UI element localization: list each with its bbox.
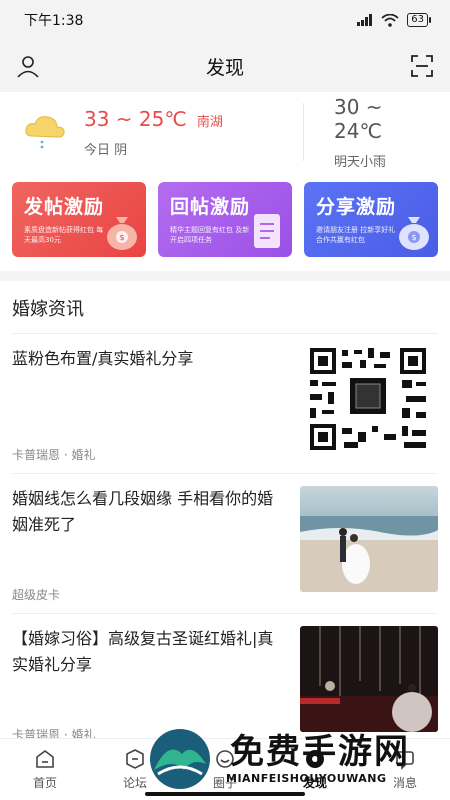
tab-label: 首页 bbox=[32, 776, 57, 790]
weather-tomorrow: 30 ~ 24℃ 明天小雨 bbox=[304, 95, 434, 170]
weather-city: 南湖 bbox=[196, 114, 223, 130]
person-icon[interactable] bbox=[14, 52, 42, 80]
promo-share-reward[interactable]: 分享激励 邀请朋友注册 拉新享好礼 合作共赢有红包 $ bbox=[304, 182, 438, 257]
promo-subtitle: 邀请朋友注册 拉新享好礼 合作共赢有红包 bbox=[316, 226, 396, 244]
document-icon bbox=[254, 214, 280, 248]
status-time: 下午1:38 bbox=[24, 13, 84, 29]
watermark-subtext: MIANFEISHOUYOUWANG bbox=[226, 772, 387, 785]
news-title: 婚姻线怎么看几段姻缘 手相看你的婚姻准死了 bbox=[12, 489, 274, 534]
wedding-hall-photo bbox=[300, 626, 438, 732]
battery-indicator: 63 bbox=[407, 13, 431, 27]
weather-widget[interactable]: 33 ~ 25℃ 南湖 今日 阴 30 ~ 24℃ 明天小雨 bbox=[0, 92, 450, 172]
cloudy-icon bbox=[25, 116, 65, 149]
news-item[interactable]: 蓝粉色布置/真实婚礼分享 卡普瑞恩 · 婚礼 bbox=[12, 334, 438, 474]
signal-icon bbox=[357, 14, 373, 26]
promo-reply-reward[interactable]: 回帖激励 精华主题回复有红包 及新开启四项任务 bbox=[158, 182, 292, 257]
news-title: 【婚嫁习俗】高级复古圣诞红婚礼|真实婚礼分享 bbox=[12, 629, 274, 674]
section-title: 婚嫁资讯 bbox=[12, 281, 438, 334]
tab-home[interactable]: 首页 bbox=[15, 748, 75, 791]
promo-row: 发帖激励 素质盘造新帖获得红包 每天最高30元 $ 回帖激励 精华主题回复有红包… bbox=[0, 172, 450, 271]
promo-subtitle: 素质盘造新帖获得红包 每天最高30元 bbox=[24, 226, 104, 244]
news-title: 蓝粉色布置/真实婚礼分享 bbox=[12, 349, 194, 368]
status-icons: 63 bbox=[357, 13, 431, 27]
watermark-logo-icon bbox=[150, 729, 210, 789]
news-meta: 卡普瑞恩 · 婚礼 bbox=[12, 448, 96, 462]
news-meta: 超级皮卡 bbox=[12, 588, 61, 602]
home-indicator bbox=[145, 792, 305, 796]
home-icon bbox=[36, 750, 54, 768]
status-bar: 下午1:38 63 bbox=[0, 0, 450, 40]
beach-wedding-photo bbox=[300, 486, 438, 592]
news-item[interactable]: 婚姻线怎么看几段姻缘 手相看你的婚姻准死了 超级皮卡 bbox=[12, 474, 438, 614]
page-title: 发现 bbox=[205, 56, 244, 79]
qr-code-image bbox=[306, 346, 430, 452]
app-header: 发现 bbox=[0, 40, 450, 92]
scan-icon[interactable] bbox=[408, 52, 436, 80]
wifi-icon bbox=[381, 13, 399, 27]
money-bag-icon: $ bbox=[399, 217, 429, 250]
svg-text:$: $ bbox=[411, 233, 416, 242]
watermark-text: 免费手游网 bbox=[230, 732, 410, 772]
site-watermark: 免费手游网 MIANFEISHOUYOUWANG bbox=[140, 724, 450, 794]
money-bag-icon: $ bbox=[107, 217, 137, 250]
promo-subtitle: 精华主题回复有红包 及新开启四项任务 bbox=[170, 226, 250, 244]
news-section: 婚嫁资讯 蓝粉色布置/真实婚礼分享 卡普瑞恩 · 婚礼 婚姻线怎么看几段姻缘 手… bbox=[0, 281, 450, 800]
today-label: 今日 阴 bbox=[84, 142, 128, 158]
tomorrow-label: 明天小雨 bbox=[334, 154, 387, 170]
weather-today: 33 ~ 25℃ 南湖 今日 阴 bbox=[22, 103, 304, 161]
svg-text:$: $ bbox=[119, 233, 124, 242]
today-temperature: 33 ~ 25℃ bbox=[84, 106, 187, 131]
tomorrow-temperature: 30 ~ 24℃ bbox=[334, 94, 383, 143]
promo-post-reward[interactable]: 发帖激励 素质盘造新帖获得红包 每天最高30元 $ bbox=[12, 182, 146, 257]
